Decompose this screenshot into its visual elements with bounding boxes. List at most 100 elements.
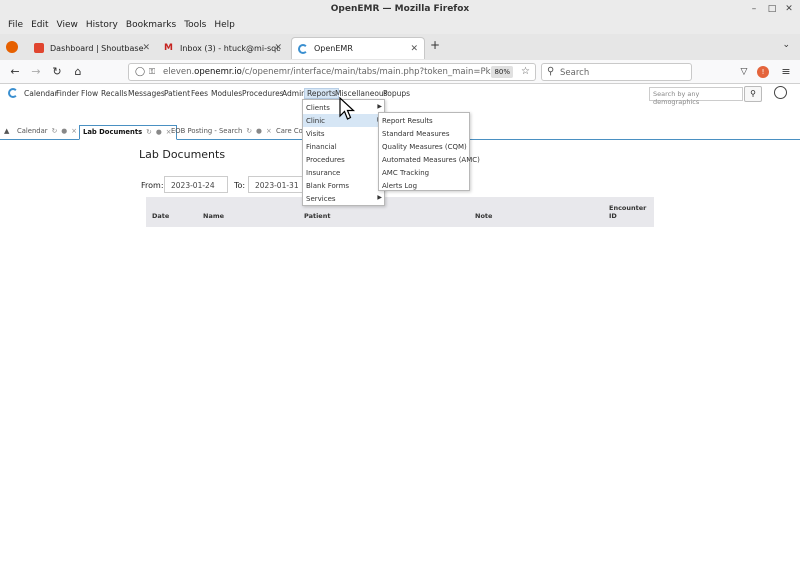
nav-recalls[interactable]: Recalls xyxy=(101,89,127,98)
browser-menubar: File Edit View History Bookmarks Tools H… xyxy=(0,18,800,34)
from-date-input[interactable]: 2023-01-24 xyxy=(164,176,228,193)
col-name[interactable]: Name xyxy=(203,212,224,220)
menu-item-procedures[interactable]: Procedures xyxy=(303,153,384,166)
from-label: From: xyxy=(141,181,164,190)
bookmark-star-icon[interactable]: ☆ xyxy=(521,66,530,77)
menu-item-label: Services xyxy=(306,195,336,203)
nav-patient[interactable]: Patient xyxy=(164,89,190,98)
nav-calendar[interactable]: Calendar xyxy=(24,89,58,98)
demographics-search-input[interactable]: Search by any demographics xyxy=(649,87,743,106)
nav-modules[interactable]: Modules xyxy=(211,89,242,98)
nav-admin[interactable]: Admin xyxy=(282,89,306,98)
lock-icon[interactable]: ● xyxy=(256,127,262,135)
page-title: Lab Documents xyxy=(139,148,226,161)
collapse-tabs-icon[interactable]: ▲ xyxy=(4,127,9,135)
shoutbase-icon xyxy=(34,43,44,53)
browser-tabstrip: Dashboard | Shoutbase ✕ M Inbox (3) - ht… xyxy=(0,34,800,60)
tracking-shield-icon[interactable]: ◯ xyxy=(135,67,145,77)
subtab-label: Calendar xyxy=(17,127,48,135)
forward-icon[interactable]: → xyxy=(29,65,43,79)
submenu-item-alerts-log[interactable]: Alerts Log xyxy=(379,179,469,192)
menu-item-services[interactable]: Services ▶ xyxy=(303,192,384,205)
menu-help[interactable]: Help xyxy=(210,18,239,34)
tab-shoutbase[interactable]: Dashboard | Shoutbase ✕ xyxy=(28,37,156,59)
gmail-icon: M xyxy=(164,43,173,53)
submenu-item-automated-measures[interactable]: Automated Measures (AMC) xyxy=(379,153,480,166)
col-patient[interactable]: Patient xyxy=(304,212,330,220)
submenu-item-standard-measures[interactable]: Standard Measures xyxy=(379,127,469,140)
extension-icon[interactable]: ! xyxy=(757,66,769,78)
subtab-lab-documents[interactable]: Lab Documents ↻ ● × xyxy=(79,125,177,140)
user-avatar-icon[interactable] xyxy=(774,86,787,99)
submenu-item-report-results[interactable]: Report Results xyxy=(379,114,469,127)
hamburger-menu-icon[interactable]: ≡ xyxy=(779,65,793,79)
refresh-icon[interactable]: ↻ xyxy=(246,127,252,135)
menu-tools[interactable]: Tools xyxy=(180,18,210,34)
openemr-navbar: Calendar Finder Flow Recalls Messages Pa… xyxy=(0,85,800,106)
menu-item-visits[interactable]: Visits xyxy=(303,127,384,140)
zoom-level[interactable]: 80% xyxy=(491,66,513,78)
tab-inbox[interactable]: M Inbox (3) - htuck@mi-squarec ✕ xyxy=(158,37,288,59)
menu-view[interactable]: View xyxy=(53,18,82,34)
back-icon[interactable]: ← xyxy=(8,65,22,79)
refresh-icon[interactable]: ↻ xyxy=(146,128,152,136)
close-icon[interactable]: × xyxy=(71,127,77,135)
menu-edit[interactable]: Edit xyxy=(27,18,52,34)
close-tab-icon[interactable]: ✕ xyxy=(142,43,150,53)
nav-finder[interactable]: Finder xyxy=(56,89,79,98)
clinic-submenu: Report Results Standard Measures Quality… xyxy=(378,112,480,192)
demographics-search-button[interactable]: ⚲ xyxy=(744,86,762,102)
close-tab-icon[interactable]: ✕ xyxy=(410,44,418,54)
submenu-item-quality-measures[interactable]: Quality Measures (CQM) xyxy=(379,140,469,153)
nav-reports[interactable]: Reports xyxy=(304,88,339,99)
subtab-calendar[interactable]: Calendar ↻ ● × xyxy=(17,127,77,135)
submenu-item-amc-tracking[interactable]: AMC Tracking xyxy=(379,166,469,179)
minimize-icon[interactable]: – xyxy=(748,3,760,15)
menu-history[interactable]: History xyxy=(82,18,122,34)
col-date[interactable]: Date xyxy=(152,212,169,220)
url-text: eleven.openemr.io/c/openemr/interface/ma… xyxy=(163,67,493,77)
tab-openemr[interactable]: OpenEMR ✕ xyxy=(291,37,425,59)
firefox-view-icon[interactable] xyxy=(6,41,18,53)
refresh-icon[interactable]: ↻ xyxy=(52,127,58,135)
nav-messages[interactable]: Messages xyxy=(128,89,165,98)
nav-flow[interactable]: Flow xyxy=(81,89,98,98)
menu-file[interactable]: File xyxy=(4,18,27,34)
menu-bookmarks[interactable]: Bookmarks xyxy=(122,18,180,34)
col-note[interactable]: Note xyxy=(475,212,492,220)
maximize-icon[interactable]: □ xyxy=(766,3,778,15)
search-bar[interactable]: ⚲ Search xyxy=(541,63,692,81)
close-icon[interactable]: × xyxy=(266,127,272,135)
lab-documents-table: Date Name Patient Note Encounter ID xyxy=(146,197,654,227)
nav-popups[interactable]: Popups xyxy=(383,89,410,98)
close-window-icon[interactable]: ✕ xyxy=(783,3,795,15)
browser-navbar: ← → ↻ ⌂ ◯ ⚿ eleven.openemr.io/c/openemr/… xyxy=(0,60,800,84)
new-tab-icon[interactable]: + xyxy=(430,38,440,52)
url-bar[interactable]: ◯ ⚿ eleven.openemr.io/c/openemr/interfac… xyxy=(128,63,536,81)
submenu-arrow-icon: ▶ xyxy=(377,194,382,201)
menu-item-blank-forms[interactable]: Blank Forms xyxy=(303,179,384,192)
subtab-label: Lab Documents xyxy=(83,128,143,136)
lock-icon[interactable]: ● xyxy=(61,127,67,135)
col-encounter[interactable]: Encounter xyxy=(609,204,646,212)
nav-fees[interactable]: Fees xyxy=(191,89,208,98)
close-tab-icon[interactable]: ✕ xyxy=(274,43,282,53)
subtab-label: EOB Posting - Search xyxy=(171,127,243,135)
menu-item-insurance[interactable]: Insurance xyxy=(303,166,384,179)
tab-label: Dashboard | Shoutbase xyxy=(50,43,144,53)
openemr-icon xyxy=(298,43,308,54)
reload-icon[interactable]: ↻ xyxy=(50,65,64,79)
pocket-icon[interactable]: ▽ xyxy=(737,65,751,79)
col-id[interactable]: ID xyxy=(609,212,617,220)
openemr-logo-icon[interactable] xyxy=(8,88,18,98)
nav-procedures[interactable]: Procedures xyxy=(242,89,284,98)
menu-item-label: Clinic xyxy=(306,117,326,125)
home-icon[interactable]: ⌂ xyxy=(71,65,85,79)
window-title: OpenEMR — Mozilla Firefox xyxy=(330,4,470,14)
tab-label: Inbox (3) - htuck@mi-squarec xyxy=(180,43,280,53)
menu-item-financial[interactable]: Financial xyxy=(303,140,384,153)
lock-icon[interactable]: ⚿ xyxy=(149,67,155,77)
subtab-eob-posting[interactable]: EOB Posting - Search ↻ ● × xyxy=(171,127,272,135)
lock-icon[interactable]: ● xyxy=(156,128,162,136)
list-tabs-chevron-icon[interactable]: ⌄ xyxy=(782,40,790,50)
